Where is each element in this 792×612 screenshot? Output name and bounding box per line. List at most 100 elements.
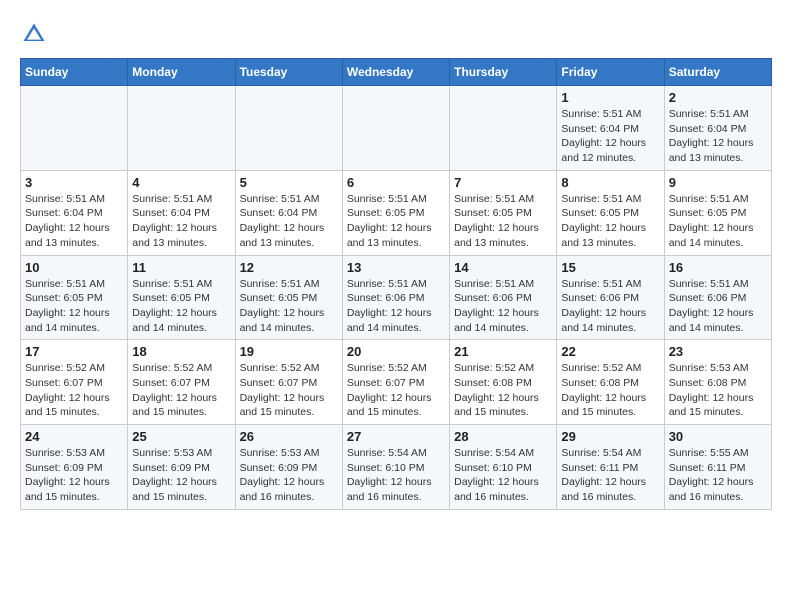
day-info: Sunrise: 5:54 AM Sunset: 6:10 PM Dayligh… bbox=[454, 446, 552, 505]
day-header-tuesday: Tuesday bbox=[235, 59, 342, 86]
day-info: Sunrise: 5:51 AM Sunset: 6:06 PM Dayligh… bbox=[454, 277, 552, 336]
day-number: 26 bbox=[240, 429, 338, 444]
day-info: Sunrise: 5:51 AM Sunset: 6:05 PM Dayligh… bbox=[25, 277, 123, 336]
day-number: 9 bbox=[669, 175, 767, 190]
day-info: Sunrise: 5:52 AM Sunset: 6:07 PM Dayligh… bbox=[240, 361, 338, 420]
day-cell: 16 Sunrise: 5:51 AM Sunset: 6:06 PM Dayli… bbox=[664, 255, 771, 340]
day-header-friday: Friday bbox=[557, 59, 664, 86]
day-info: Sunrise: 5:51 AM Sunset: 6:04 PM Dayligh… bbox=[561, 107, 659, 166]
day-number: 7 bbox=[454, 175, 552, 190]
day-cell bbox=[342, 86, 449, 171]
logo bbox=[20, 20, 52, 48]
day-info: Sunrise: 5:55 AM Sunset: 6:11 PM Dayligh… bbox=[669, 446, 767, 505]
day-cell: 21 Sunrise: 5:52 AM Sunset: 6:08 PM Dayli… bbox=[450, 340, 557, 425]
day-cell: 18 Sunrise: 5:52 AM Sunset: 6:07 PM Dayli… bbox=[128, 340, 235, 425]
day-cell: 9 Sunrise: 5:51 AM Sunset: 6:05 PM Daylig… bbox=[664, 170, 771, 255]
day-cell: 3Sunrise: 5:51 AM Sunset: 6:04 PM Daylig… bbox=[21, 170, 128, 255]
day-cell: 29Sunrise: 5:54 AM Sunset: 6:11 PM Dayli… bbox=[557, 425, 664, 510]
day-cell: 4 Sunrise: 5:51 AM Sunset: 6:04 PM Daylig… bbox=[128, 170, 235, 255]
day-number: 24 bbox=[25, 429, 123, 444]
day-info: Sunrise: 5:52 AM Sunset: 6:07 PM Dayligh… bbox=[347, 361, 445, 420]
day-number: 20 bbox=[347, 344, 445, 359]
day-info: Sunrise: 5:51 AM Sunset: 6:05 PM Dayligh… bbox=[669, 192, 767, 251]
day-cell: 17 Sunrise: 5:52 AM Sunset: 6:07 PM Dayli… bbox=[21, 340, 128, 425]
day-info: Sunrise: 5:54 AM Sunset: 6:10 PM Dayligh… bbox=[347, 446, 445, 505]
day-number: 6 bbox=[347, 175, 445, 190]
day-cell: 27 Sunrise: 5:54 AM Sunset: 6:10 PM Dayli… bbox=[342, 425, 449, 510]
day-info: Sunrise: 5:51 AM Sunset: 6:06 PM Dayligh… bbox=[347, 277, 445, 336]
day-number: 13 bbox=[347, 260, 445, 275]
day-info: Sunrise: 5:54 AM Sunset: 6:11 PM Dayligh… bbox=[561, 446, 659, 505]
calendar-header: SundayMondayTuesdayWednesdayThursdayFrid… bbox=[21, 59, 772, 86]
day-info: Sunrise: 5:51 AM Sunset: 6:06 PM Dayligh… bbox=[561, 277, 659, 336]
day-info: Sunrise: 5:53 AM Sunset: 6:09 PM Dayligh… bbox=[240, 446, 338, 505]
day-cell bbox=[21, 86, 128, 171]
day-number: 11 bbox=[132, 260, 230, 275]
day-header-wednesday: Wednesday bbox=[342, 59, 449, 86]
day-number: 23 bbox=[669, 344, 767, 359]
day-info: Sunrise: 5:53 AM Sunset: 6:09 PM Dayligh… bbox=[25, 446, 123, 505]
day-cell bbox=[128, 86, 235, 171]
header-row: SundayMondayTuesdayWednesdayThursdayFrid… bbox=[21, 59, 772, 86]
day-info: Sunrise: 5:51 AM Sunset: 6:05 PM Dayligh… bbox=[561, 192, 659, 251]
day-number: 16 bbox=[669, 260, 767, 275]
day-info: Sunrise: 5:51 AM Sunset: 6:04 PM Dayligh… bbox=[132, 192, 230, 251]
day-info: Sunrise: 5:51 AM Sunset: 6:05 PM Dayligh… bbox=[240, 277, 338, 336]
day-number: 21 bbox=[454, 344, 552, 359]
day-cell: 6 Sunrise: 5:51 AM Sunset: 6:05 PM Daylig… bbox=[342, 170, 449, 255]
day-cell: 19 Sunrise: 5:52 AM Sunset: 6:07 PM Dayli… bbox=[235, 340, 342, 425]
page-header bbox=[20, 20, 772, 48]
day-number: 30 bbox=[669, 429, 767, 444]
day-cell: 26 Sunrise: 5:53 AM Sunset: 6:09 PM Dayli… bbox=[235, 425, 342, 510]
day-cell: 24 Sunrise: 5:53 AM Sunset: 6:09 PM Dayli… bbox=[21, 425, 128, 510]
day-info: Sunrise: 5:51 AM Sunset: 6:05 PM Dayligh… bbox=[347, 192, 445, 251]
day-header-monday: Monday bbox=[128, 59, 235, 86]
day-cell: 11 Sunrise: 5:51 AM Sunset: 6:05 PM Dayli… bbox=[128, 255, 235, 340]
day-number: 28 bbox=[454, 429, 552, 444]
day-info: Sunrise: 5:51 AM Sunset: 6:06 PM Dayligh… bbox=[669, 277, 767, 336]
week-row: 1 Sunrise: 5:51 AM Sunset: 6:04 PM Daylig… bbox=[21, 86, 772, 171]
day-info: Sunrise: 5:52 AM Sunset: 6:08 PM Dayligh… bbox=[561, 361, 659, 420]
day-cell: 10 Sunrise: 5:51 AM Sunset: 6:05 PM Dayli… bbox=[21, 255, 128, 340]
day-cell: 8 Sunrise: 5:51 AM Sunset: 6:05 PM Daylig… bbox=[557, 170, 664, 255]
day-info: Sunrise: 5:51 AM Sunset: 6:04 PM Dayligh… bbox=[240, 192, 338, 251]
day-number: 2 bbox=[669, 90, 767, 105]
week-row: 3Sunrise: 5:51 AM Sunset: 6:04 PM Daylig… bbox=[21, 170, 772, 255]
day-cell: 7 Sunrise: 5:51 AM Sunset: 6:05 PM Daylig… bbox=[450, 170, 557, 255]
day-cell: 25 Sunrise: 5:53 AM Sunset: 6:09 PM Dayli… bbox=[128, 425, 235, 510]
day-cell: 5 Sunrise: 5:51 AM Sunset: 6:04 PM Daylig… bbox=[235, 170, 342, 255]
week-row: 24 Sunrise: 5:53 AM Sunset: 6:09 PM Dayli… bbox=[21, 425, 772, 510]
day-number: 25 bbox=[132, 429, 230, 444]
day-cell: 13 Sunrise: 5:51 AM Sunset: 6:06 PM Dayli… bbox=[342, 255, 449, 340]
day-info: Sunrise: 5:51 AM Sunset: 6:04 PM Dayligh… bbox=[669, 107, 767, 166]
day-number: 14 bbox=[454, 260, 552, 275]
day-info: Sunrise: 5:51 AM Sunset: 6:05 PM Dayligh… bbox=[132, 277, 230, 336]
day-info: Sunrise: 5:52 AM Sunset: 6:07 PM Dayligh… bbox=[132, 361, 230, 420]
day-number: 8 bbox=[561, 175, 659, 190]
logo-icon bbox=[20, 20, 48, 48]
day-info: Sunrise: 5:52 AM Sunset: 6:07 PM Dayligh… bbox=[25, 361, 123, 420]
calendar-body: 1 Sunrise: 5:51 AM Sunset: 6:04 PM Daylig… bbox=[21, 86, 772, 510]
day-number: 19 bbox=[240, 344, 338, 359]
week-row: 17 Sunrise: 5:52 AM Sunset: 6:07 PM Dayli… bbox=[21, 340, 772, 425]
day-info: Sunrise: 5:53 AM Sunset: 6:09 PM Dayligh… bbox=[132, 446, 230, 505]
day-cell: 28 Sunrise: 5:54 AM Sunset: 6:10 PM Dayli… bbox=[450, 425, 557, 510]
day-cell: 20 Sunrise: 5:52 AM Sunset: 6:07 PM Dayli… bbox=[342, 340, 449, 425]
day-number: 17 bbox=[25, 344, 123, 359]
day-info: Sunrise: 5:53 AM Sunset: 6:08 PM Dayligh… bbox=[669, 361, 767, 420]
calendar-table: SundayMondayTuesdayWednesdayThursdayFrid… bbox=[20, 58, 772, 510]
day-number: 10 bbox=[25, 260, 123, 275]
day-header-saturday: Saturday bbox=[664, 59, 771, 86]
day-number: 12 bbox=[240, 260, 338, 275]
day-info: Sunrise: 5:52 AM Sunset: 6:08 PM Dayligh… bbox=[454, 361, 552, 420]
day-number: 27 bbox=[347, 429, 445, 444]
day-cell: 1 Sunrise: 5:51 AM Sunset: 6:04 PM Daylig… bbox=[557, 86, 664, 171]
day-number: 4 bbox=[132, 175, 230, 190]
day-cell: 14 Sunrise: 5:51 AM Sunset: 6:06 PM Dayli… bbox=[450, 255, 557, 340]
day-cell bbox=[450, 86, 557, 171]
day-number: 1 bbox=[561, 90, 659, 105]
day-header-sunday: Sunday bbox=[21, 59, 128, 86]
day-number: 18 bbox=[132, 344, 230, 359]
day-info: Sunrise: 5:51 AM Sunset: 6:05 PM Dayligh… bbox=[454, 192, 552, 251]
day-number: 5 bbox=[240, 175, 338, 190]
